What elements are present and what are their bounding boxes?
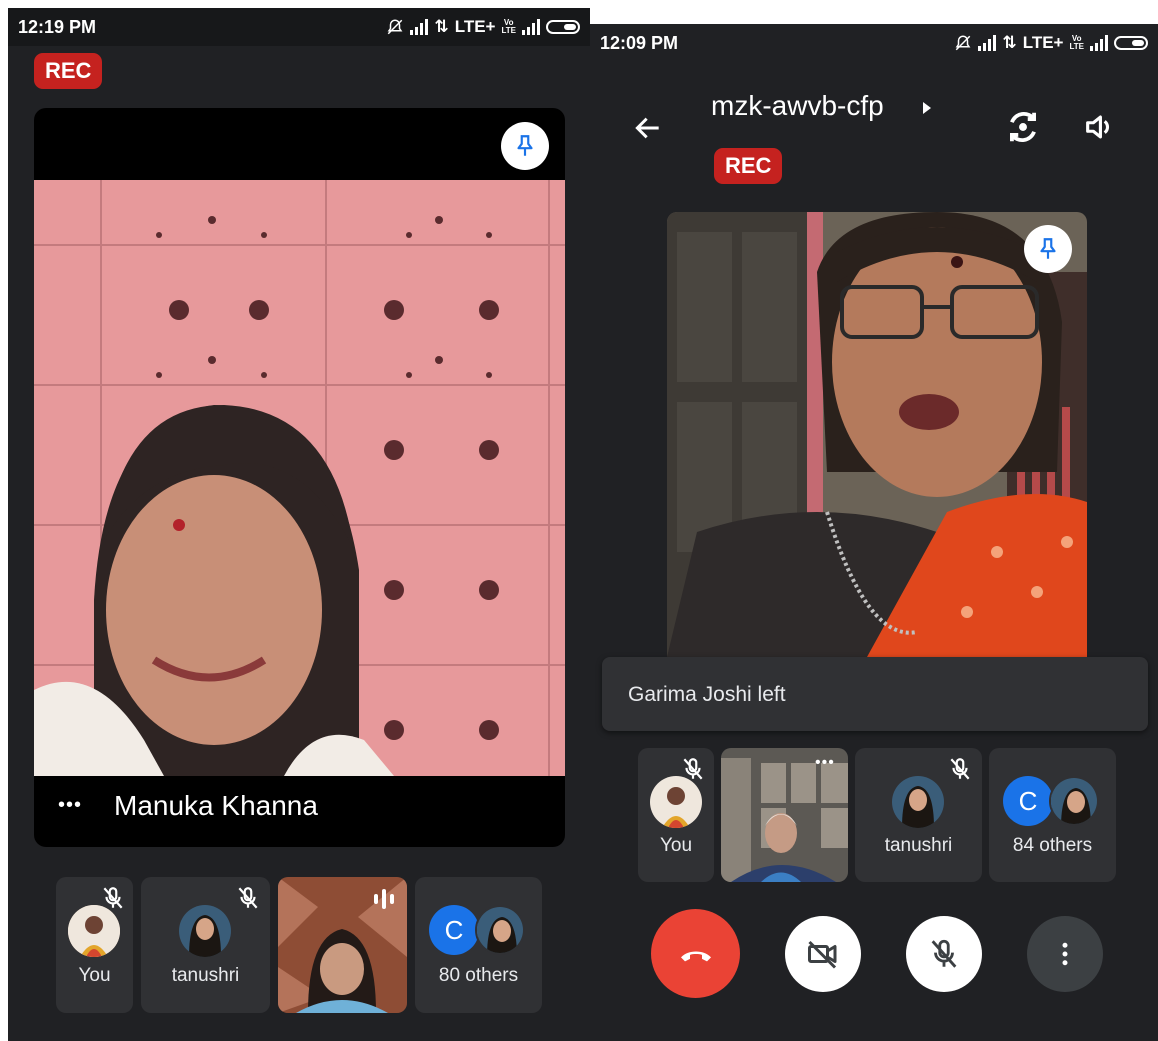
left-screen: 12:19 PM ⇅ LTE+ Vo LTE REC ••• Manuka Kh… [8, 8, 590, 1041]
back-arrow-icon[interactable] [632, 112, 664, 144]
pin-icon [517, 135, 533, 156]
main-video-tile[interactable]: ••• Manuka Khanna [34, 108, 565, 847]
more-options-button[interactable] [1027, 916, 1103, 992]
participant-label: You [659, 835, 693, 856]
camera-off-icon [808, 940, 837, 969]
participant-tile-video[interactable]: ••• [721, 748, 848, 882]
mute-notifications-icon [388, 19, 403, 35]
hang-up-icon [680, 951, 711, 961]
status-bar: 12:09 PM ⇅ LTE+ Vo LTE [590, 24, 1158, 62]
signal-icon-2 [1090, 35, 1108, 51]
pin-button[interactable] [1024, 225, 1072, 273]
more-options-icon[interactable]: ••• [58, 794, 82, 817]
participant-label: 80 others [438, 965, 519, 986]
status-time: 12:09 PM [600, 32, 679, 53]
more-options-icon[interactable]: ••• [815, 754, 835, 772]
battery-icon [1114, 36, 1148, 50]
avatar [650, 776, 702, 828]
speaker-icon[interactable] [1082, 110, 1116, 144]
speaker-name: Manuka Khanna [114, 790, 318, 821]
participant-label: tanushri [171, 965, 240, 986]
participant-label: 84 others [1012, 835, 1093, 856]
avatar-letter: C [429, 905, 479, 955]
battery-icon [546, 20, 580, 34]
mic-off-icon [950, 758, 970, 780]
mic-off-icon [103, 887, 123, 909]
signal-icon-2 [522, 19, 540, 35]
speaking-indicator-icon [374, 889, 394, 909]
avatar [475, 905, 525, 955]
toast-notification: Garima Joshi left [602, 657, 1148, 731]
toast-text: Garima Joshi left [628, 683, 786, 706]
avatar-letter: C [1003, 776, 1053, 826]
recording-badge: REC [714, 148, 783, 184]
status-bar: 12:19 PM ⇅ LTE+ Vo LTE [8, 8, 590, 46]
mic-off-icon [683, 758, 703, 780]
signal-icon [978, 35, 997, 51]
participant-tile-you[interactable]: You [56, 877, 133, 1013]
participant-tile-others[interactable]: C 80 others [415, 877, 542, 1013]
right-screen: 12:09 PM ⇅ LTE+ VoLTE mzk-awvb-cfp REC [590, 24, 1158, 1041]
participant-tile-video[interactable] [278, 877, 407, 1013]
main-video-tile[interactable] [667, 212, 1087, 657]
mic-off-icon [238, 887, 258, 909]
data-arrows-icon: ⇅ [1002, 33, 1017, 52]
status-time: 12:19 PM [18, 16, 97, 37]
participant-tile-tanushri[interactable]: tanushri [855, 748, 982, 882]
participant-tile-others[interactable]: C 84 others [989, 748, 1116, 882]
avatar [1049, 776, 1099, 826]
mic-off-icon [931, 939, 957, 968]
participant-label: tanushri [884, 835, 953, 856]
pin-button[interactable] [501, 122, 549, 170]
participant-tile-tanushri[interactable]: tanushri [141, 877, 270, 1013]
meeting-code[interactable]: mzk-awvb-cfp [711, 90, 884, 122]
network-type: LTE+ [454, 17, 496, 36]
recording-badge: REC [34, 53, 103, 89]
switch-camera-icon[interactable] [1004, 108, 1042, 146]
data-arrows-icon: ⇅ [434, 17, 449, 36]
video-feed [667, 212, 1087, 657]
signal-icon [410, 19, 429, 35]
caret-right-icon[interactable] [920, 98, 934, 118]
volte-icon: Vo LTE [501, 18, 516, 35]
volte-icon: Vo LTE [1069, 34, 1084, 51]
avatar [179, 905, 231, 957]
more-vert-icon [1062, 942, 1068, 966]
camera-toggle-button[interactable] [785, 916, 861, 992]
pin-icon [1040, 238, 1056, 259]
mute-notifications-icon [956, 35, 971, 51]
participant-tile-you[interactable]: You [638, 748, 714, 882]
video-feed [34, 180, 565, 776]
avatar [68, 905, 120, 957]
avatar [892, 776, 944, 828]
end-call-button[interactable] [651, 909, 740, 998]
participant-label: You [78, 965, 111, 986]
mic-toggle-button[interactable] [906, 916, 982, 992]
network-type: LTE+ [1022, 33, 1064, 52]
